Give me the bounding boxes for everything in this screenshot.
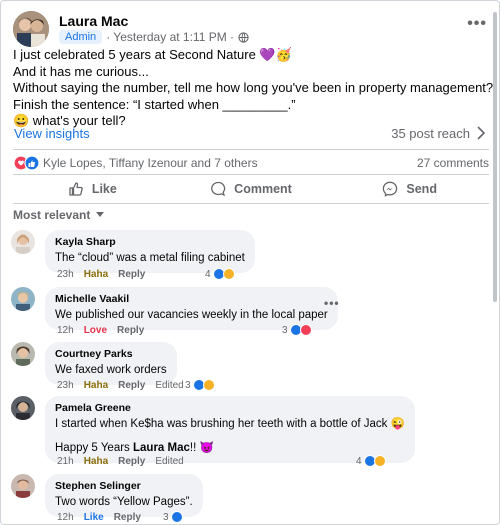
send-label: Send (406, 182, 437, 196)
comment-time[interactable]: 12h (57, 325, 74, 336)
commenter-name[interactable]: Pamela Greene (55, 402, 405, 415)
comment-bubble: Pamela Greene I started when Ke$ha was b… (45, 396, 415, 463)
commenter-avatar[interactable] (11, 342, 35, 366)
edited-label[interactable]: Edited (155, 380, 183, 391)
like-reaction-icon (170, 511, 183, 523)
comment-reaction-count[interactable]: 4 (356, 455, 386, 467)
reaction-count: 4 (356, 455, 362, 467)
comment-time[interactable]: 23h (57, 380, 74, 391)
comment-reaction-count[interactable]: 3 (282, 324, 312, 336)
post-text: I just celebrated 5 years at Second Natu… (13, 47, 494, 130)
reply-button[interactable]: Reply (118, 269, 145, 280)
comment-actions: 12h Love Reply (57, 325, 144, 336)
comment-bubble: Kayla Sharp The “cloud” was a metal fili… (45, 230, 255, 273)
post-header: Laura Mac Admin · Yesterday at 1:11 PM ·… (13, 11, 489, 47)
reaction-count: 4 (205, 268, 211, 280)
author-avatar[interactable] (13, 11, 49, 47)
comment-text-part: Happy 5 Years (55, 442, 134, 454)
comment-actions: 23h Haha Reply (57, 269, 145, 280)
reaction-button[interactable]: Love (84, 325, 107, 336)
reaction-button[interactable]: Haha (84, 456, 108, 467)
reaction-names[interactable]: Kyle Lopes, Tiffany Izenour and 7 others (43, 156, 258, 170)
send-button[interactable]: Send (330, 177, 489, 201)
admin-badge: Admin (59, 30, 103, 44)
comment-button[interactable]: Comment (172, 177, 331, 201)
post-line: I just celebrated 5 years at Second Natu… (13, 47, 292, 62)
globe-icon (238, 31, 249, 43)
comments-count[interactable]: 27 comments (417, 156, 489, 170)
reaction-count: 3 (185, 379, 191, 391)
commenter-name[interactable]: Kayla Sharp (55, 236, 245, 249)
love-reaction-icon (299, 324, 312, 336)
like-label: Like (91, 182, 117, 196)
like-button[interactable]: Like (13, 177, 172, 201)
commenter-avatar[interactable] (11, 474, 35, 498)
comment-text: The “cloud” was a metal filing cabinet (55, 252, 245, 264)
commenter-avatar[interactable] (11, 287, 35, 311)
comment-more-icon[interactable]: ••• (324, 296, 340, 310)
caret-down-icon (96, 212, 105, 217)
divider (13, 174, 489, 175)
comment-label: Comment (234, 182, 292, 196)
reply-button[interactable]: Reply (114, 512, 141, 523)
haha-reaction-icon (373, 455, 386, 467)
commenter-avatar[interactable] (11, 396, 35, 420)
reaction-count: 3 (282, 324, 288, 336)
reaction-icons (13, 155, 40, 171)
commenter-name[interactable]: Stephen Selinger (55, 480, 193, 493)
comment-time[interactable]: 12h (57, 512, 74, 523)
comment-actions: 12h Like Reply (57, 512, 141, 523)
speech-bubble-icon (211, 181, 226, 197)
chevron-right-icon[interactable] (474, 125, 488, 141)
reaction-button[interactable]: Like (84, 512, 104, 523)
author-name[interactable]: Laura Mac (59, 13, 128, 29)
reaction-button[interactable]: Haha (84, 269, 108, 280)
haha-reaction-icon (222, 268, 235, 280)
comment-text: Two words “Yellow Pages”. (55, 496, 193, 508)
comment-actions: 23h Haha Reply Edited (57, 380, 184, 391)
comment-reaction-count[interactable]: 3 (163, 511, 183, 523)
divider (13, 149, 489, 150)
more-horizontal-icon[interactable]: ••• (467, 15, 487, 33)
comment-text: I started when Ke$ha was brushing her te… (55, 418, 405, 430)
commenter-name[interactable]: Courtney Parks (55, 348, 167, 361)
post-meta: Admin · Yesterday at 1:11 PM · (59, 30, 249, 44)
thumbs-up-icon (69, 182, 83, 196)
scrollbar[interactable] (493, 12, 497, 302)
sort-label: Most relevant (13, 208, 91, 222)
comment-text: We faxed work orders (55, 364, 167, 376)
comment-actions: 21h Haha Reply Edited (57, 456, 184, 467)
reply-button[interactable]: Reply (117, 325, 144, 336)
reactions-summary[interactable]: Kyle Lopes, Tiffany Izenour and 7 others… (13, 154, 489, 172)
sort-dropdown[interactable]: Most relevant (13, 208, 105, 222)
comment-time[interactable]: 23h (57, 269, 74, 280)
comment-reaction-count[interactable]: 3 (185, 379, 215, 391)
post-card: Laura Mac Admin · Yesterday at 1:11 PM ·… (0, 0, 500, 525)
commenter-avatar[interactable] (11, 230, 35, 254)
commenter-name[interactable]: Michelle Vaakil (55, 293, 328, 306)
post-time[interactable]: · Yesterday at 1:11 PM · (106, 30, 234, 44)
comment-reaction-count[interactable]: 4 (205, 268, 235, 280)
comment-time[interactable]: 21h (57, 456, 74, 467)
view-insights-link[interactable]: View insights (14, 126, 90, 141)
reaction-button[interactable]: Haha (84, 380, 108, 391)
comment-text: We published our vacancies weekly in the… (55, 309, 328, 321)
haha-reaction-icon (202, 379, 215, 391)
post-line: Finish the sentence: “I started when ___… (13, 96, 296, 112)
comment-text-line2: Happy 5 Years Laura Mac!! 😈 (55, 441, 405, 456)
comment-bubble: Courtney Parks We faxed work orders (45, 342, 177, 385)
reaction-count: 3 (163, 511, 169, 523)
edited-label[interactable]: Edited (155, 456, 183, 467)
action-bar: Like Comment Send (13, 177, 489, 201)
messenger-icon (383, 181, 398, 197)
post-reach[interactable]: 35 post reach (391, 126, 470, 141)
insights-row: View insights 35 post reach (14, 124, 488, 144)
divider (13, 203, 489, 204)
comment-text-part: !! 😈 (189, 442, 214, 454)
mention-tag[interactable]: Laura Mac (133, 442, 190, 454)
post-line: And it has me curious... (13, 63, 149, 79)
reply-button[interactable]: Reply (118, 380, 145, 391)
post-line: Without saying the number, tell me how l… (13, 80, 494, 95)
reply-button[interactable]: Reply (118, 456, 145, 467)
